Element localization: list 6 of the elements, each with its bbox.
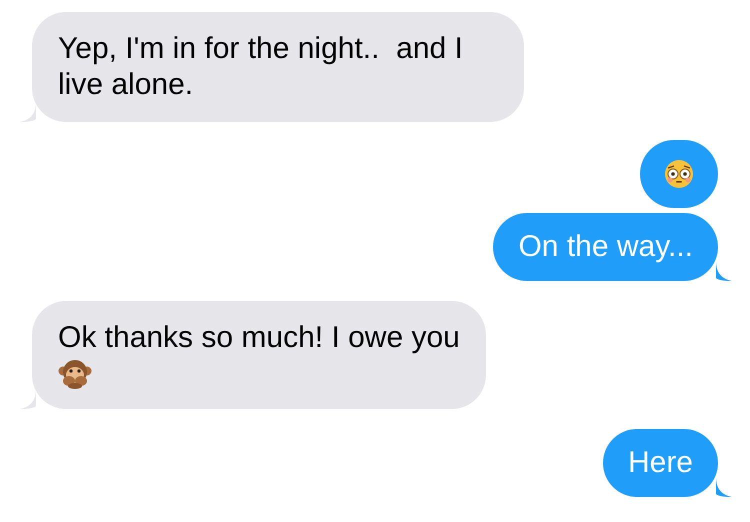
monkey-icon (58, 358, 92, 390)
message-text: Yep, I'm in for the night.. and I live alone. (58, 31, 464, 103)
flushed-face-icon (664, 159, 694, 189)
message-text: Ok thanks so much! I owe you (58, 320, 460, 356)
message-text: On the way... (518, 229, 693, 265)
message-text: Here (628, 445, 693, 481)
